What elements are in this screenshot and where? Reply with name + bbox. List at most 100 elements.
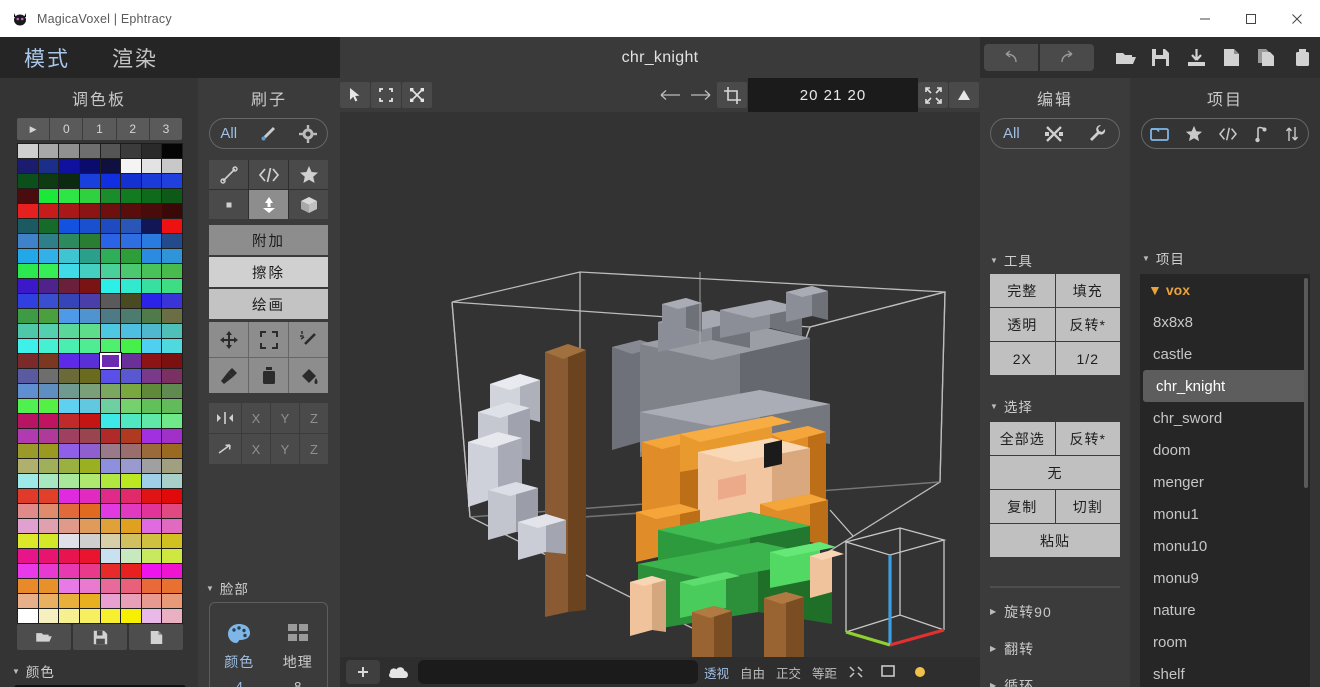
palette-swatch[interactable] (142, 459, 162, 473)
face-color-column[interactable]: 颜色 4 (210, 620, 269, 687)
palette-swatch[interactable] (18, 429, 38, 443)
palette-swatch[interactable] (80, 609, 100, 623)
palette-swatch[interactable] (80, 429, 100, 443)
palette-swatch[interactable] (101, 144, 121, 158)
palette-swatch[interactable] (142, 564, 162, 578)
palette-swatch[interactable] (39, 144, 59, 158)
add-icon[interactable] (346, 660, 380, 684)
palette-swatch[interactable] (59, 564, 79, 578)
palette-swatch[interactable] (59, 264, 79, 278)
palette-swatch[interactable] (142, 204, 162, 218)
palette-swatch[interactable] (101, 264, 121, 278)
palette-swatch[interactable] (162, 489, 182, 503)
tool-button-fill[interactable]: 填充 (1056, 274, 1121, 307)
palette-swatch[interactable] (59, 474, 79, 488)
palette-swatch[interactable] (142, 369, 162, 383)
view-mode-perspective[interactable]: 透视 (704, 663, 729, 682)
open-folder-icon[interactable] (1108, 43, 1143, 73)
palette-swatch[interactable] (121, 219, 141, 233)
tool-button-invert[interactable]: 反转* (1056, 308, 1121, 341)
palette-swatch[interactable] (162, 279, 182, 293)
palette-swatch[interactable] (101, 444, 121, 458)
palette-swatch[interactable] (18, 144, 38, 158)
palette-swatch[interactable] (18, 384, 38, 398)
palette-swatch[interactable] (59, 459, 79, 473)
palette-swatch[interactable] (59, 144, 79, 158)
view-mode-ortho[interactable]: 正交 (776, 663, 801, 682)
palette-swatch[interactable] (80, 324, 100, 338)
palette-swatch[interactable] (121, 549, 141, 563)
palette-swatch[interactable] (80, 444, 100, 458)
palette-swatch[interactable] (18, 309, 38, 323)
fit-icon[interactable] (918, 82, 948, 108)
duplicate-file-icon[interactable] (1249, 43, 1284, 73)
line-icon[interactable] (209, 160, 248, 189)
palette-swatch[interactable] (39, 219, 59, 233)
palette-swatch[interactable] (162, 534, 182, 548)
palette-swatch[interactable] (80, 504, 100, 518)
project-list-item[interactable]: nature (1140, 594, 1310, 626)
wrench-icon[interactable] (1088, 124, 1107, 143)
palette-swatch[interactable] (142, 474, 162, 488)
palette-swatch[interactable] (142, 489, 162, 503)
palette-swatch[interactable] (80, 249, 100, 263)
palette-swatch[interactable] (121, 429, 141, 443)
palette-swatch[interactable] (59, 399, 79, 413)
crop-icon[interactable] (717, 82, 747, 108)
arrow-right-icon[interactable] (686, 82, 716, 108)
palette-swatch[interactable] (142, 159, 162, 173)
command-field[interactable] (418, 660, 698, 684)
palette-swatch[interactable] (80, 414, 100, 428)
palette-swatch[interactable] (80, 204, 100, 218)
palette-swatch[interactable] (59, 249, 79, 263)
diagonal-axis-y[interactable]: Y (271, 434, 299, 464)
palette-swatch[interactable] (39, 564, 59, 578)
palette-swatch[interactable] (18, 294, 38, 308)
project-file-list[interactable]: ▼ vox 8x8x8castlechr_knightchr_sworddoom… (1140, 274, 1310, 687)
project-root-node[interactable]: ▼ vox (1140, 274, 1310, 306)
save-palette-icon[interactable] (73, 624, 127, 650)
palette-swatch[interactable] (142, 189, 162, 203)
palette-swatch[interactable] (59, 354, 79, 368)
palette-swatch[interactable] (121, 339, 141, 353)
palette-swatch[interactable] (39, 264, 59, 278)
palette-swatch[interactable] (162, 594, 182, 608)
palette-swatch[interactable] (18, 249, 38, 263)
palette-swatch[interactable] (121, 444, 141, 458)
palette-swatch[interactable] (162, 459, 182, 473)
palette-swatch[interactable] (142, 249, 162, 263)
palette-swatch[interactable] (142, 399, 162, 413)
palette-swatch[interactable] (18, 339, 38, 353)
menu-item-render[interactable]: 渲染 (112, 37, 158, 78)
palette-swatch[interactable] (18, 519, 38, 533)
palette-swatch[interactable] (59, 579, 79, 593)
palette-swatch[interactable] (162, 429, 182, 443)
palette-swatch[interactable] (80, 174, 100, 188)
palette-swatch[interactable] (59, 234, 79, 248)
palette-swatch[interactable] (59, 324, 79, 338)
palette-swatch[interactable] (18, 219, 38, 233)
palette-swatch[interactable] (101, 159, 121, 173)
palette-swatch[interactable] (18, 549, 38, 563)
palette-swatch[interactable] (18, 399, 38, 413)
select-button-copy[interactable]: 复制 (990, 490, 1055, 523)
voxel-scene[interactable] (340, 112, 980, 657)
palette-swatch[interactable] (18, 579, 38, 593)
palette-swatch[interactable] (101, 249, 121, 263)
palette-swatch[interactable] (101, 354, 121, 368)
palette-swatch[interactable] (59, 189, 79, 203)
section-flip[interactable]: ▶ 翻转 (990, 630, 1122, 667)
palette-swatch[interactable] (39, 369, 59, 383)
palette-swatch[interactable] (39, 339, 59, 353)
palette-swatch[interactable] (121, 489, 141, 503)
palette-swatch[interactable] (80, 159, 100, 173)
select-button-paste[interactable]: 粘贴 (990, 524, 1120, 557)
palette-swatch[interactable] (142, 339, 162, 353)
palette-swatch[interactable] (18, 204, 38, 218)
palette-swatch[interactable] (18, 444, 38, 458)
palette-swatch[interactable] (162, 294, 182, 308)
palette-swatch[interactable] (121, 159, 141, 173)
project-list-scrollbar[interactable] (1304, 278, 1308, 488)
palette-swatch[interactable] (121, 579, 141, 593)
palette-swatch[interactable] (39, 279, 59, 293)
